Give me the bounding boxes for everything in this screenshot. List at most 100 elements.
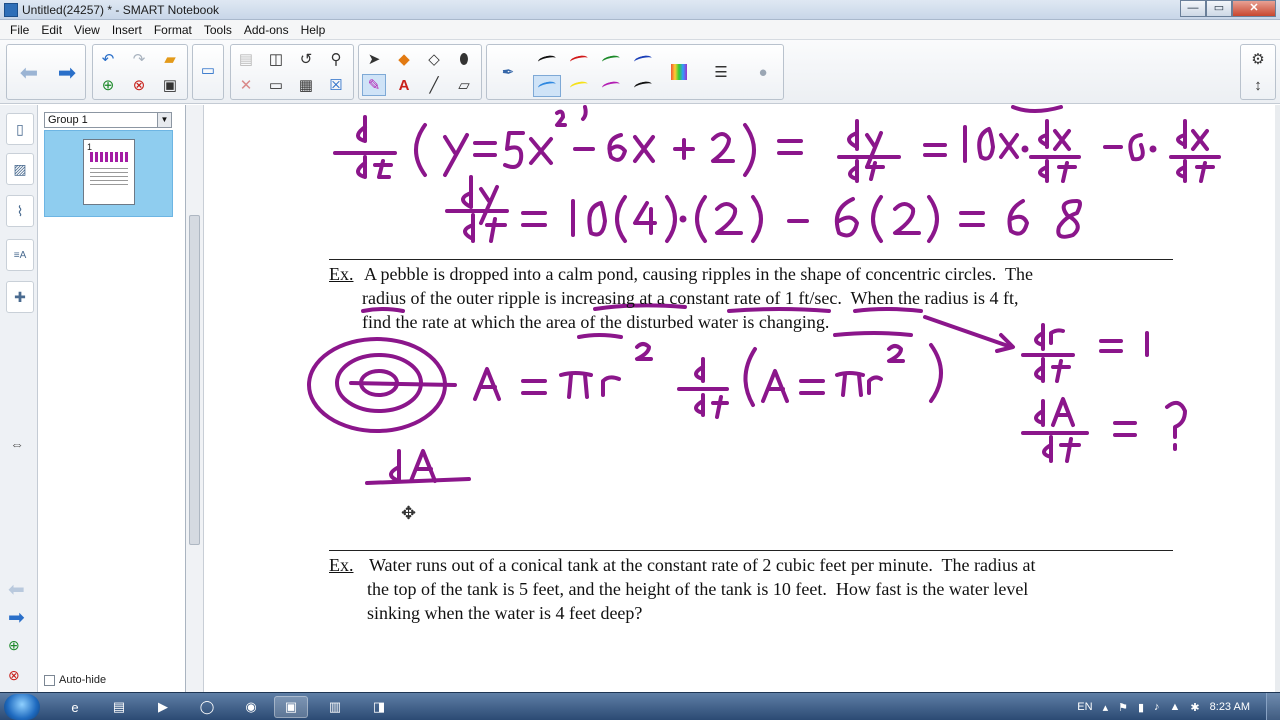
paste-button[interactable]: ▤ (234, 48, 258, 70)
pen-type-button[interactable]: ✒ (493, 57, 523, 87)
show-desktop-button[interactable] (1266, 693, 1280, 720)
menu-add-ons[interactable]: Add-ons (238, 23, 295, 37)
menu-insert[interactable]: Insert (106, 23, 148, 37)
taskbar-app[interactable]: ▥ (318, 696, 352, 718)
close-button[interactable]: ✕ (1232, 0, 1276, 17)
ink-stroke (695, 195, 707, 243)
move-toolbar-button[interactable]: ↕ (1246, 74, 1270, 96)
menu-help[interactable]: Help (295, 23, 332, 37)
open-button[interactable]: ▰ (158, 48, 182, 70)
pen-blue[interactable] (629, 49, 657, 71)
insert-table-button[interactable]: ▦ (294, 74, 318, 96)
undo-button[interactable]: ↶ (96, 48, 120, 70)
line-tool-button[interactable]: ╱ (422, 74, 446, 96)
menu-view[interactable]: View (68, 23, 106, 37)
panel-scrollbar-thumb[interactable] (189, 215, 200, 545)
add-page-button[interactable]: ⊕ (96, 74, 120, 96)
properties-tab[interactable]: ≡A (6, 239, 34, 271)
taskbar-notes[interactable]: ◯ (190, 696, 224, 718)
ink-layer (307, 105, 1221, 485)
select-tool-button[interactable]: ➤ (362, 48, 386, 70)
menu-tools[interactable]: Tools (198, 23, 238, 37)
ink-stroke (799, 379, 825, 395)
taskbar-chrome[interactable]: ◉ (234, 696, 268, 718)
clock[interactable]: 8:23 AM (1210, 701, 1250, 713)
full-screen-button[interactable]: ▭ (264, 74, 288, 96)
app-window-icon: ▥ (328, 699, 342, 714)
next-page-button[interactable]: ➡ (51, 49, 83, 97)
gallery-tab[interactable]: ▨ (6, 153, 34, 185)
line-style-button[interactable]: ☰ (709, 61, 733, 83)
tray-flag-icon[interactable]: ⚑ (1118, 701, 1128, 714)
pens-tool-button[interactable]: ✎ (362, 74, 386, 96)
tray-app-icon[interactable]: ✱ (1190, 701, 1199, 714)
magnify-button[interactable]: ⚲ (324, 48, 348, 70)
camera-icon: ◫ (268, 51, 284, 68)
delete-page-button[interactable]: ⊗ (127, 74, 151, 96)
ink-stroke (615, 195, 627, 243)
pen-red[interactable] (565, 49, 593, 71)
smart-notebook-icon: ▣ (284, 699, 298, 714)
page-thumbnail[interactable]: 1 (83, 139, 135, 205)
screen-shade-button[interactable]: ▭ (196, 59, 220, 81)
taskbar-smart-notebook[interactable]: ▣ (274, 696, 308, 718)
ink-stroke (999, 133, 1019, 159)
auto-hide-option[interactable]: Auto-hide (44, 674, 106, 686)
redo-button[interactable]: ↷ (127, 48, 151, 70)
pen-yellow[interactable] (565, 75, 593, 97)
settings-button[interactable]: ⚙ (1246, 48, 1270, 70)
pen-magenta[interactable] (597, 75, 625, 97)
taskbar-explorer[interactable]: ▤ (102, 696, 136, 718)
volume-icon[interactable]: ♪ (1154, 701, 1160, 713)
delete-button[interactable]: ✕ (234, 74, 258, 96)
text-tool-button[interactable]: A (392, 74, 416, 96)
pen-green[interactable] (597, 49, 625, 71)
undo-object-button[interactable]: ↺ (294, 48, 318, 70)
tray-expand-icon[interactable]: ▴ (1103, 701, 1109, 714)
group-dropdown[interactable]: Group 1 ▼ (44, 112, 172, 128)
panel-add-page[interactable]: ⊕ (8, 637, 20, 654)
pen-selected-color[interactable] (533, 75, 561, 97)
battery-icon[interactable]: ▮ (1138, 701, 1144, 714)
auto-hide-checkbox[interactable] (44, 674, 55, 686)
color-palette-button[interactable] (667, 61, 691, 83)
save-button[interactable]: ▣ (158, 74, 182, 96)
panel-right-arrow[interactable]: ➡ (8, 605, 25, 630)
fill-tool-button[interactable]: ⬮ (452, 48, 476, 70)
pen-black-1[interactable] (533, 49, 561, 71)
taskbar-recorder[interactable]: ◨ (362, 696, 396, 718)
menu-format[interactable]: Format (148, 23, 198, 37)
screen-capture-button[interactable]: ◫ (264, 48, 288, 70)
ink-stroke (893, 202, 921, 235)
underline-area (577, 333, 623, 339)
start-button[interactable] (4, 694, 40, 720)
save-icon: ▣ (162, 77, 178, 94)
panel-delete-page[interactable]: ⊗ (8, 667, 20, 684)
menu-file[interactable]: File (4, 23, 35, 37)
transparency-button[interactable]: ● (751, 61, 775, 83)
erase-tool-button[interactable]: ▱ (452, 74, 476, 96)
attachments-tab[interactable]: ⌇ (6, 195, 34, 227)
canvas-scrollbar[interactable] (1275, 105, 1280, 692)
eraser-tool-button[interactable]: ◇ (422, 48, 446, 70)
maximize-button[interactable]: ▭ (1206, 0, 1232, 17)
resize-arrow-icon[interactable]: ⇔ (10, 436, 24, 452)
pen-black-2[interactable] (629, 75, 657, 97)
notebook-canvas[interactable]: Ex. A pebble is dropped into a calm pond… (205, 105, 1275, 692)
add-ons-tab[interactable]: ✚ (6, 281, 34, 313)
shapes-tool-button[interactable]: ◆ (392, 48, 416, 70)
previous-page-button[interactable]: ⬅ (13, 49, 45, 97)
minimize-button[interactable]: — (1180, 0, 1206, 17)
network-icon[interactable]: ▲ (1170, 701, 1181, 713)
panel-left-arrow[interactable]: ⬅ (8, 577, 25, 602)
redo-icon: ↷ (132, 51, 146, 68)
taskbar-ie[interactable]: e (58, 696, 92, 718)
dropdown-arrow-icon: ▼ (157, 113, 171, 127)
taskbar-media[interactable]: ▶ (146, 696, 180, 718)
close-view-button[interactable]: ☒ (324, 74, 348, 96)
menu-edit[interactable]: Edit (35, 23, 68, 37)
chrome-icon: ◉ (245, 699, 257, 714)
language-indicator[interactable]: EN (1077, 701, 1092, 713)
page-sorter-tab[interactable]: ▯ (6, 113, 34, 145)
page-thumbnail-selected[interactable]: 1 (44, 130, 173, 217)
